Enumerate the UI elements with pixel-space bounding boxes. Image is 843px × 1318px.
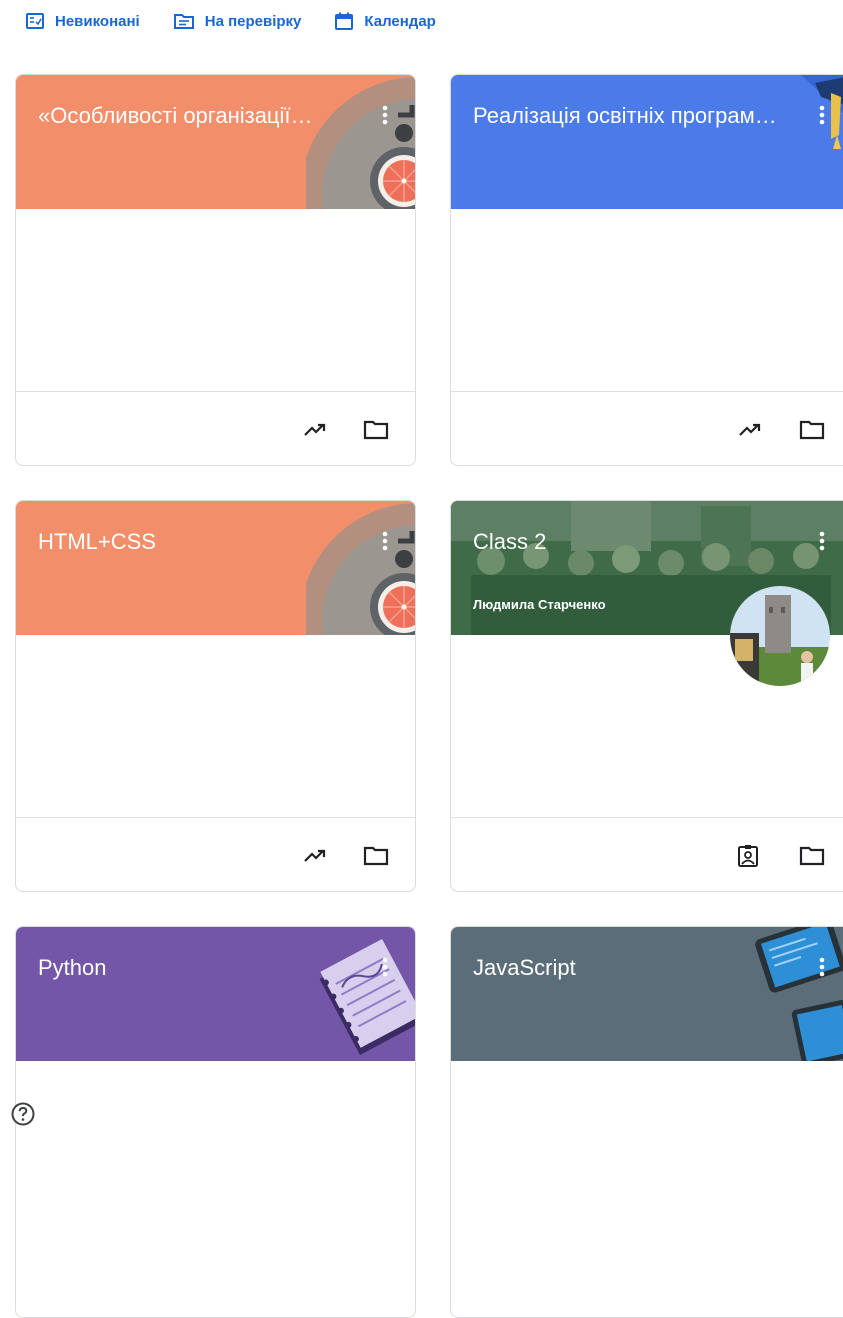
card-divider bbox=[16, 817, 415, 818]
robot-head-illustration bbox=[306, 503, 415, 635]
graduation-cap-illustration bbox=[801, 75, 843, 149]
help-circle-icon[interactable] bbox=[10, 1101, 36, 1127]
trending-up-icon bbox=[304, 849, 326, 862]
folder-icon bbox=[363, 846, 389, 866]
card-title[interactable]: HTML+CSS bbox=[38, 529, 156, 555]
card-header[interactable]: Реалізація освітніх програм… bbox=[451, 75, 843, 209]
folder-icon bbox=[799, 420, 825, 440]
card-divider bbox=[451, 391, 843, 392]
card-title[interactable]: Python bbox=[38, 955, 107, 981]
notebook-illustration bbox=[319, 939, 415, 1055]
card-divider bbox=[451, 817, 843, 818]
assignment-ind-icon bbox=[738, 845, 758, 867]
robot-head-illustration bbox=[306, 77, 415, 209]
calendar-link[interactable]: Календар bbox=[335, 12, 436, 30]
class-card[interactable]: Реалізація освітніх програм… bbox=[450, 74, 843, 466]
gradebook-button[interactable] bbox=[301, 844, 329, 868]
card-title[interactable]: Реалізація освітніх програм… bbox=[473, 103, 777, 129]
folder-icon bbox=[799, 846, 825, 866]
folder-button[interactable] bbox=[362, 844, 390, 868]
gradebook-button[interactable] bbox=[301, 418, 329, 442]
todo-label: Невиконані bbox=[55, 12, 140, 30]
todo-link[interactable]: Невиконані bbox=[26, 13, 140, 30]
class-card[interactable]: Python bbox=[15, 926, 416, 1318]
card-header[interactable]: Python bbox=[16, 927, 415, 1061]
class-card[interactable]: JavaScript bbox=[450, 926, 843, 1318]
your-work-button[interactable] bbox=[734, 844, 762, 868]
review-link[interactable]: На перевірку bbox=[173, 12, 302, 30]
calendar-label: Календар bbox=[364, 12, 436, 30]
more-vert-icon[interactable] bbox=[814, 529, 830, 553]
trending-up-icon bbox=[304, 423, 326, 436]
card-header[interactable]: HTML+CSS bbox=[16, 501, 415, 635]
card-header[interactable]: JavaScript bbox=[451, 927, 843, 1061]
more-vert-icon[interactable] bbox=[814, 955, 830, 979]
gradebook-button[interactable] bbox=[736, 418, 764, 442]
review-label: На перевірку bbox=[204, 12, 302, 30]
review-icon bbox=[173, 14, 194, 29]
more-vert-icon[interactable] bbox=[377, 955, 393, 979]
class-card[interactable]: «Особливості організації… bbox=[15, 74, 416, 466]
teacher-avatar[interactable] bbox=[729, 585, 831, 687]
card-title[interactable]: «Особливості організації… bbox=[38, 103, 313, 129]
card-title[interactable]: Class 2 bbox=[473, 529, 546, 555]
class-card[interactable]: Class 2 Людмила Старченко bbox=[450, 500, 843, 892]
card-divider bbox=[16, 391, 415, 392]
calendar-icon bbox=[335, 12, 354, 30]
more-vert-icon[interactable] bbox=[377, 529, 393, 553]
card-title[interactable]: JavaScript bbox=[473, 955, 576, 981]
tablet-illustration bbox=[755, 927, 843, 1061]
more-vert-icon[interactable] bbox=[814, 103, 830, 127]
folder-button[interactable] bbox=[798, 418, 826, 442]
folder-button[interactable] bbox=[798, 844, 826, 868]
more-vert-icon[interactable] bbox=[377, 103, 393, 127]
folder-icon bbox=[363, 420, 389, 440]
trending-up-icon bbox=[739, 423, 761, 436]
top-nav: Невиконані На перевірку Календар bbox=[26, 10, 470, 32]
class-card[interactable]: HTML+CSS bbox=[15, 500, 416, 892]
teacher-name[interactable]: Людмила Старченко bbox=[473, 597, 606, 612]
folder-button[interactable] bbox=[362, 418, 390, 442]
card-header[interactable]: «Особливості організації… bbox=[16, 75, 415, 209]
todo-icon bbox=[26, 13, 44, 29]
